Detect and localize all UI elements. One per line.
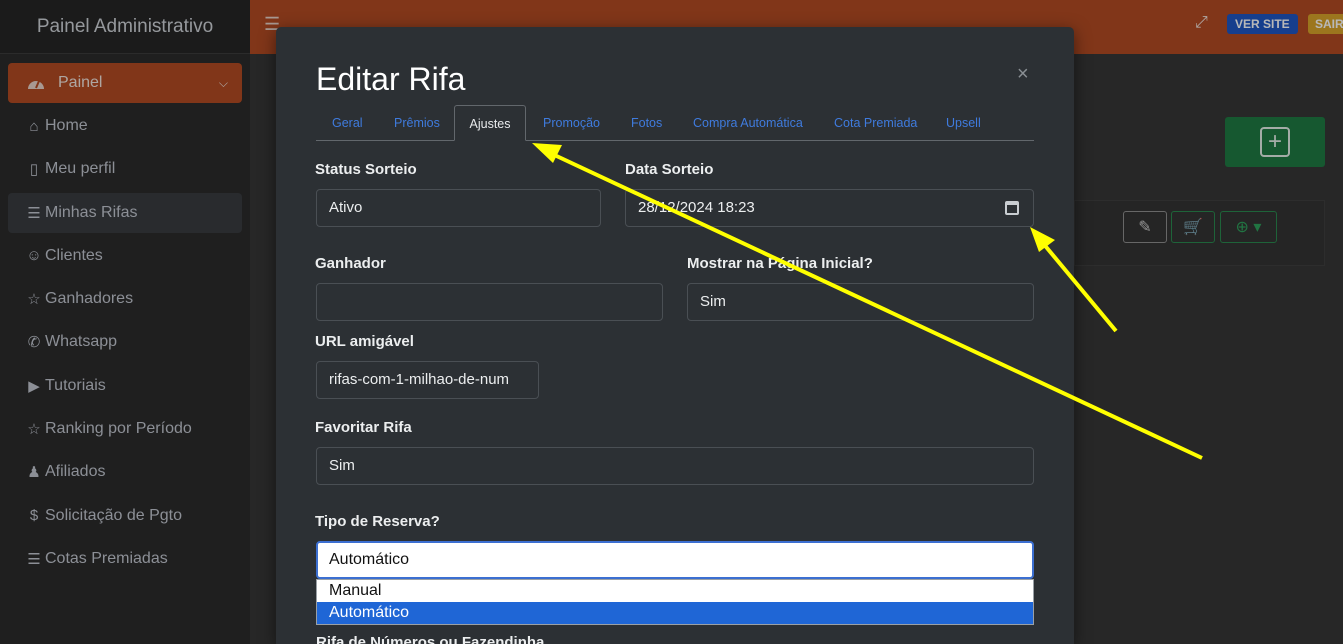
tipo-reserva-dropdown: Manual Automático [316, 579, 1034, 625]
data-sorteio-label: Data Sorteio [625, 161, 714, 178]
edit-rifa-modal: Editar Rifa × Geral Prêmios Ajustes Prom… [276, 27, 1074, 644]
close-icon[interactable]: × [1017, 63, 1029, 86]
mostrar-pagina-inicial-select[interactable]: Sim [687, 283, 1034, 321]
tab-geral[interactable]: Geral [332, 105, 363, 141]
ganhador-input[interactable] [316, 283, 663, 321]
tab-cota-premiada[interactable]: Cota Premiada [834, 105, 917, 141]
tipo-reserva-select[interactable]: Automático [316, 541, 1034, 579]
rifa-tipo-label: Rifa de Números ou Fazendinha [316, 634, 545, 644]
option-automatico[interactable]: Automático [317, 602, 1033, 624]
tab-fotos[interactable]: Fotos [631, 105, 662, 141]
url-amigavel-label: URL amigável [315, 333, 414, 350]
data-sorteio-input[interactable]: 28/12/2024 18:23 [625, 189, 1034, 227]
url-amigavel-input[interactable]: rifas-com-1-milhao-de-num [316, 361, 539, 399]
status-sorteio-label: Status Sorteio [315, 161, 417, 178]
tab-compra-automatica[interactable]: Compra Automática [693, 105, 803, 141]
modal-tabs: Geral Prêmios Ajustes Promoção Fotos Com… [316, 105, 1034, 141]
status-sorteio-select[interactable]: Ativo [316, 189, 601, 227]
favoritar-rifa-select[interactable]: Sim [316, 447, 1034, 485]
tab-ajustes[interactable]: Ajustes [454, 105, 526, 141]
tipo-reserva-label: Tipo de Reserva? [315, 513, 440, 530]
data-sorteio-value: 28/12/2024 18:23 [638, 199, 755, 216]
tab-promocao[interactable]: Promoção [543, 105, 600, 141]
favoritar-rifa-label: Favoritar Rifa [315, 419, 412, 436]
tab-upsell[interactable]: Upsell [946, 105, 981, 141]
option-manual[interactable]: Manual [317, 580, 1033, 602]
calendar-icon[interactable] [1005, 201, 1019, 215]
tab-premios[interactable]: Prêmios [394, 105, 440, 141]
ganhador-label: Ganhador [315, 255, 386, 272]
modal-title: Editar Rifa [316, 61, 466, 97]
mostrar-pagina-inicial-label: Mostrar na Página Inicial? [687, 255, 873, 272]
